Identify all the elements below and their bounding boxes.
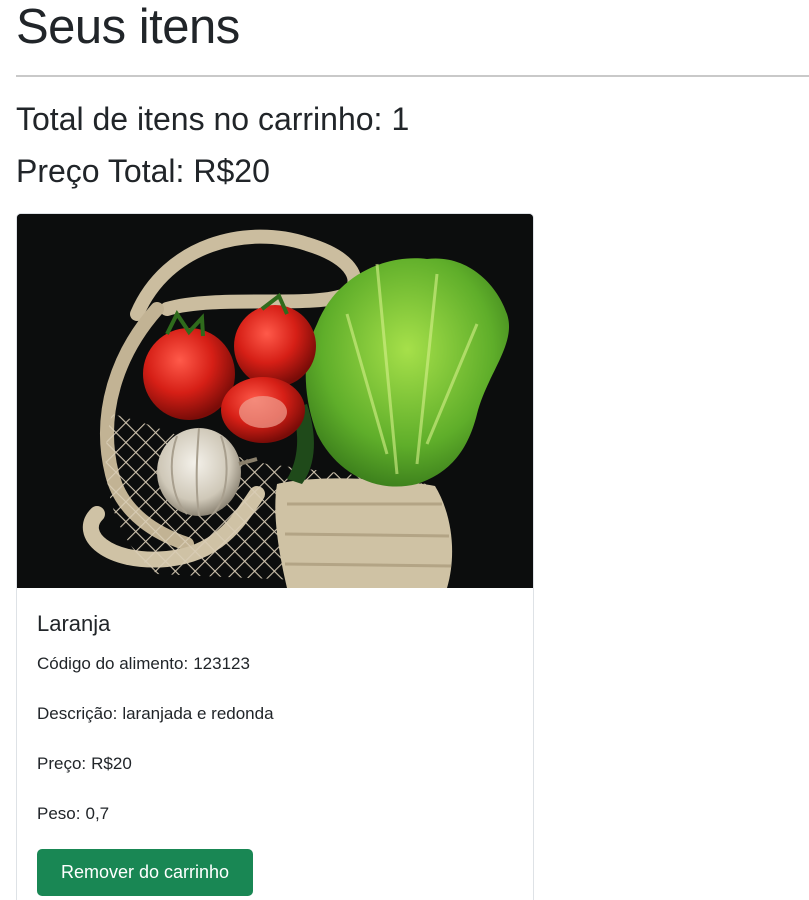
total-price-label: Preço Total:: [16, 153, 185, 189]
item-price: Preço: R$20: [37, 753, 132, 775]
item-price-label: Preço:: [37, 754, 87, 773]
total-items-value: 1: [391, 101, 410, 137]
item-price-value: R$20: [91, 754, 132, 773]
page-title: Seus itens: [16, 0, 240, 54]
item-weight-label: Peso:: [37, 804, 81, 823]
groceries-photo: [17, 214, 533, 588]
item-weight: Peso: 0,7: [37, 803, 109, 825]
remove-from-cart-button[interactable]: Remover do carrinho: [37, 849, 253, 896]
item-code-value: 123123: [193, 654, 250, 673]
cart-page: Seus itens Total de itens no carrinho: 1 …: [0, 0, 809, 900]
item-description-label: Descrição:: [37, 704, 118, 723]
item-description: Descrição: laranjada e redonda: [37, 703, 274, 725]
item-code: Código do alimento: 123123: [37, 653, 250, 675]
total-price-summary: Preço Total: R$20: [16, 151, 270, 191]
item-weight-value: 0,7: [85, 804, 110, 823]
total-price-value: R$20: [193, 153, 270, 189]
cart-item-card: Laranja Código do alimento: 123123 Descri…: [16, 213, 534, 900]
item-name: Laranja: [37, 611, 111, 636]
total-items-label: Total de itens no carrinho:: [16, 101, 383, 137]
title-divider: [16, 75, 809, 77]
total-items-summary: Total de itens no carrinho: 1: [16, 99, 409, 139]
item-description-value: laranjada e redonda: [122, 704, 274, 723]
item-code-label: Código do alimento:: [37, 654, 189, 673]
